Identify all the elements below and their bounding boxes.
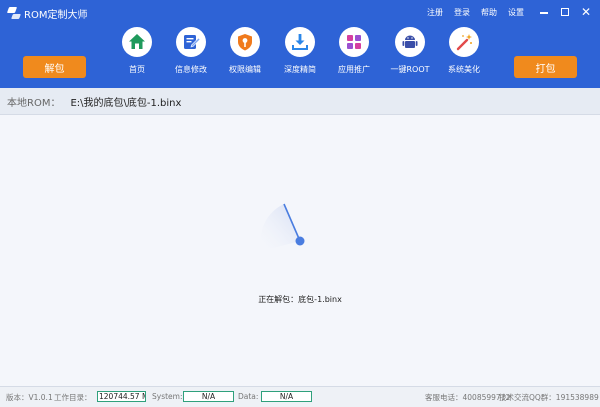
close-icon: ✕	[580, 5, 592, 19]
register-link[interactable]: 注册	[427, 7, 443, 18]
qq-group-text: 技术交流QQ群：191538989	[499, 393, 599, 402]
nav-home-label: 首页	[129, 65, 145, 74]
apps-grid-icon	[339, 27, 369, 57]
settings-link[interactable]: 设置	[508, 7, 524, 18]
workdir-label: 工作目录：	[54, 393, 92, 402]
progress-status-text: 正在解包：底包-1.binx	[258, 295, 342, 304]
unpack-button[interactable]: 解包	[23, 56, 86, 78]
android-icon	[395, 27, 425, 57]
top-links: 注册 登录 帮助 设置	[427, 7, 535, 18]
edit-icon	[176, 27, 206, 57]
nav-permission-edit[interactable]: 权限编辑	[214, 27, 276, 79]
nav-system-theme[interactable]: 系统美化	[433, 27, 495, 79]
minimize-button[interactable]	[536, 4, 552, 20]
main-panel: 正在解包：底包-1.binx	[0, 116, 600, 383]
home-icon	[122, 27, 152, 57]
shield-key-icon	[230, 27, 260, 57]
download-tray-icon	[285, 27, 315, 57]
nav-info-edit[interactable]: 信息修改	[160, 27, 222, 79]
nav-app-promo[interactable]: 应用推广	[323, 27, 385, 79]
rom-path-bar: 本地ROM： E:\我的底包\底包-1.binx	[0, 88, 600, 115]
nav-one-click-root-label: 一键ROOT	[390, 65, 430, 74]
version-text: 版本：V1.0.1	[6, 393, 53, 402]
app-title: ROM定制大师	[6, 5, 88, 21]
nav-deep-slim[interactable]: 深度精简	[269, 27, 331, 79]
data-label: Data:	[238, 392, 259, 401]
maximize-icon	[561, 8, 569, 16]
nav-app-promo-label: 应用推广	[338, 65, 370, 74]
title-bar: ROM定制大师 注册 登录 帮助 设置 ✕ 解包 打包 首页 信息修改 权限编辑…	[0, 0, 600, 88]
rom-path-value: E:\我的底包\底包-1.binx	[70, 97, 182, 109]
nav-info-edit-label: 信息修改	[175, 65, 207, 74]
workdir-value: 120744.57 MB	[97, 391, 146, 402]
system-value: N/A	[183, 391, 234, 402]
system-label: System:	[152, 392, 183, 401]
pack-button[interactable]: 打包	[514, 56, 577, 78]
rom-path-label: 本地ROM：	[7, 97, 61, 109]
login-link[interactable]: 登录	[454, 7, 470, 18]
nav-system-theme-label: 系统美化	[448, 65, 480, 74]
app-logo-icon	[6, 6, 21, 20]
close-button[interactable]: ✕	[578, 4, 594, 20]
nav-home[interactable]: 首页	[106, 27, 168, 79]
nav-permission-edit-label: 权限编辑	[229, 65, 261, 74]
magic-wand-icon	[449, 27, 479, 57]
help-link[interactable]: 帮助	[481, 7, 497, 18]
app-title-text: ROM定制大师	[24, 9, 88, 21]
hotline-text: 客服电话：4008599772	[425, 393, 511, 402]
minimize-icon	[540, 12, 548, 14]
maximize-button[interactable]	[557, 4, 573, 20]
data-value: N/A	[261, 391, 312, 402]
loading-spinner-icon	[260, 203, 305, 251]
nav-one-click-root[interactable]: 一键ROOT	[379, 27, 441, 79]
status-bar: 版本：V1.0.1 工作目录： 120744.57 MB System: N/A…	[0, 386, 600, 407]
nav-deep-slim-label: 深度精简	[284, 65, 316, 74]
